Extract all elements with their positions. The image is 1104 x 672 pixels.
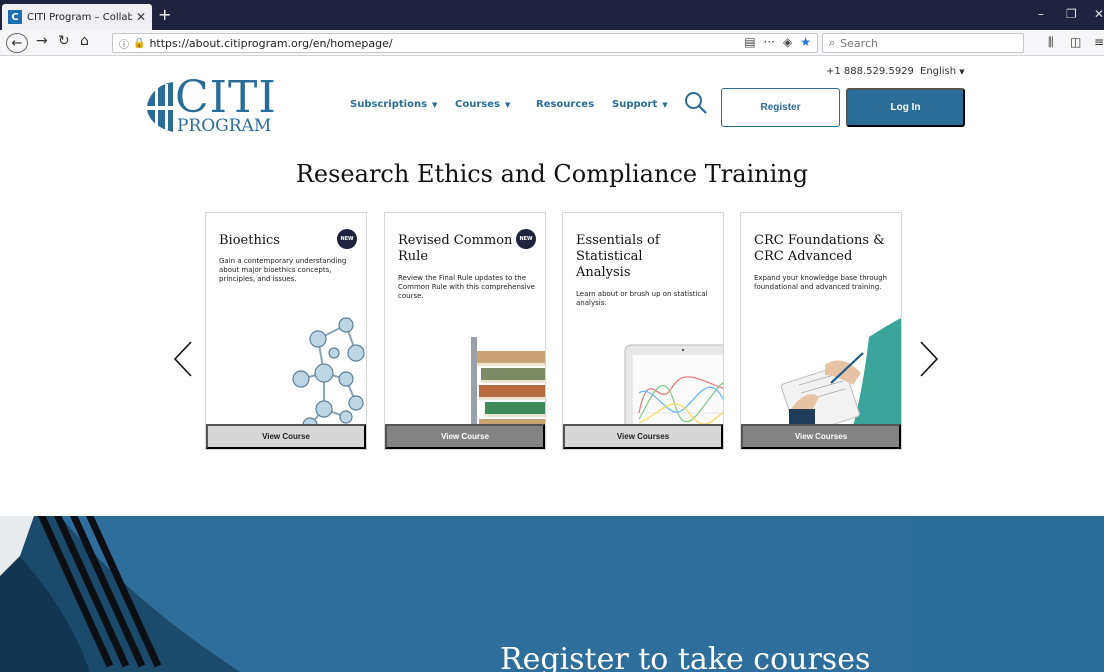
page-headline: Research Ethics and Compliance Training <box>295 160 809 188</box>
carousel-next-icon[interactable] <box>918 340 940 382</box>
nav-label: Resources <box>536 99 595 110</box>
caret-down-icon: ▼ <box>504 101 511 109</box>
menu-icon[interactable]: ≡ <box>1094 35 1104 49</box>
bookmark-star-icon[interactable]: ★ <box>800 35 811 49</box>
nav-resources[interactable]: Resources <box>536 99 594 110</box>
nav-label: Support <box>612 99 658 110</box>
view-course-button[interactable]: View Course <box>385 424 545 449</box>
browser-tab[interactable]: C CITI Program – Collaborative In ✕ <box>2 4 152 30</box>
search-placeholder: Search <box>840 36 878 50</box>
forward-icon[interactable]: → <box>36 33 48 49</box>
info-icon[interactable]: ⓘ <box>119 36 129 51</box>
language-label: English <box>920 66 957 77</box>
card-title: Essentials of Statistical Analysis <box>576 233 660 280</box>
home-icon[interactable]: ⌂ <box>80 33 89 49</box>
register-promo-band: Register to take courses <box>0 516 1104 672</box>
register-button[interactable]: Register <box>721 88 840 127</box>
view-courses-button[interactable]: View Courses <box>563 424 723 449</box>
library-icon[interactable]: ⫼ <box>1048 35 1054 50</box>
tab-title: CITI Program – Collaborative In <box>27 11 132 23</box>
caret-down-icon: ▼ <box>662 101 668 109</box>
new-tab-icon[interactable]: + <box>158 5 171 24</box>
band-right-panel <box>910 516 1104 672</box>
address-bar[interactable]: ⓘ 🔒 https://about.citiprogram.org/en/hom… <box>112 33 818 53</box>
search-icon: ⌕ <box>829 36 836 49</box>
citi-program-logo[interactable]: CITI PROGRAM <box>143 72 276 138</box>
course-card-revised-common-rule[interactable]: Revised Common Rule NEW Review the Final… <box>384 212 546 450</box>
card-description: Learn about or brush up on statistical a… <box>576 290 708 307</box>
card-title: Revised Common Rule <box>398 233 513 264</box>
site-search-icon[interactable] <box>684 91 708 119</box>
pocket-icon[interactable]: ◈ <box>783 35 792 49</box>
restore-icon[interactable]: ❐ <box>1066 7 1077 21</box>
page-actions-icon[interactable]: ··· <box>764 35 775 49</box>
course-card-statistical-analysis[interactable]: Essentials of Statistical Analysis Learn… <box>562 212 724 450</box>
phone-number[interactable]: +1 888.529.5929 <box>826 66 914 77</box>
card-title: Bioethics <box>219 233 280 248</box>
carousel-prev-icon[interactable] <box>172 340 194 382</box>
new-badge: NEW <box>516 229 536 249</box>
nav-courses[interactable]: Courses ▼ <box>455 99 510 110</box>
browser-toolbar: ← → ↻ ⌂ ⓘ 🔒 https://about.citiprogram.or… <box>0 30 1104 56</box>
nav-label: Courses <box>455 99 500 110</box>
reader-view-icon[interactable]: ▤ <box>744 35 755 49</box>
minimize-icon[interactable]: – <box>1038 7 1044 21</box>
login-button[interactable]: Log In <box>846 88 965 127</box>
favicon-icon: C <box>8 10 22 24</box>
nav-support[interactable]: Support ▼ <box>612 99 668 110</box>
sidebar-icon[interactable]: ◫ <box>1070 35 1081 49</box>
reload-icon[interactable]: ↻ <box>58 33 70 49</box>
browser-search-input[interactable]: ⌕ Search <box>822 33 1024 53</box>
globe-logo-icon <box>143 82 177 132</box>
card-description: Gain a contemporary understanding about … <box>219 257 347 283</box>
course-card-bioethics[interactable]: Bioethics NEW Gain a contemporary unders… <box>205 212 367 450</box>
view-courses-button[interactable]: View Courses <box>741 424 901 449</box>
card-description: Expand your knowledge base through found… <box>754 274 887 291</box>
nav-label: Subscriptions <box>350 99 428 110</box>
caret-down-icon: ▼ <box>432 101 438 109</box>
logo-program-text: PROGRAM <box>177 116 272 136</box>
card-description: Review the Final Rule updates to the Com… <box>398 274 535 300</box>
nav-subscriptions[interactable]: Subscriptions ▼ <box>350 99 437 110</box>
lock-icon: 🔒 <box>133 37 146 49</box>
close-tab-icon[interactable]: ✕ <box>136 10 146 24</box>
back-icon[interactable]: ← <box>6 33 28 53</box>
card-title: CRC Foundations & CRC Advanced <box>754 233 885 264</box>
browser-tab-bar: C CITI Program – Collaborative In ✕ + – … <box>0 0 1104 30</box>
businessman-photo <box>0 516 240 672</box>
window-close-icon[interactable]: ✕ <box>1094 7 1104 21</box>
view-course-button[interactable]: View Course <box>206 424 366 449</box>
register-cta-heading: Register to take courses <box>500 642 871 672</box>
url-text: https://about.citiprogram.org/en/homepag… <box>149 36 393 50</box>
new-badge: NEW <box>337 229 357 249</box>
course-card-crc-foundations[interactable]: CRC Foundations & CRC Advanced Expand yo… <box>740 212 902 450</box>
caret-down-icon: ▼ <box>959 68 965 76</box>
language-selector[interactable]: English ▼ <box>920 66 965 77</box>
